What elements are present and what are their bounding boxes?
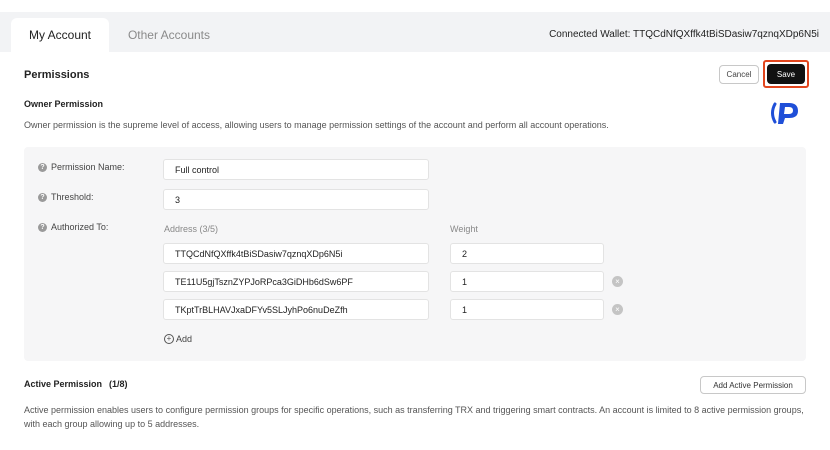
brand-logo-icon <box>771 102 798 124</box>
help-icon[interactable]: ? <box>38 193 47 202</box>
tab-other-accounts[interactable]: Other Accounts <box>118 18 220 52</box>
cancel-button[interactable]: Cancel <box>719 65 759 84</box>
active-permission-title: Active Permission (1/8) <box>24 379 128 389</box>
remove-address-icon[interactable]: × <box>612 276 623 287</box>
weight-input[interactable]: 1 <box>450 299 604 320</box>
add-address-button[interactable]: + Add <box>164 334 192 344</box>
add-address-label: Add <box>176 334 193 344</box>
authorized-to-label: Authorized To: <box>51 222 109 232</box>
address-input[interactable]: TE11U5gjTsznZYPJoRPca3GiDHb6dSw6PF <box>163 271 429 292</box>
permission-name-label: Permission Name: <box>51 162 125 172</box>
address-input[interactable]: TKptTrBLHAVJxaDFYv5SLJyhPo6nuDeZfh <box>163 299 429 320</box>
active-permission-count: (1/8) <box>109 379 128 389</box>
active-permission-label: Active Permission <box>24 379 103 389</box>
address-input[interactable]: TTQCdNfQXffk4tBiSDasiw7qznqXDp6N5i <box>163 243 429 264</box>
connected-wallet-label: Connected Wallet: TTQCdNfQXffk4tBiSDasiw… <box>549 29 819 40</box>
threshold-label: Threshold: <box>51 192 94 202</box>
active-permission-description: Active permission enables users to confi… <box>24 405 804 429</box>
permission-name-input[interactable]: Full control <box>163 159 429 180</box>
owner-permission-title: Owner Permission <box>24 99 104 109</box>
owner-permission-description: Owner permission is the supreme level of… <box>24 120 609 130</box>
remove-address-icon[interactable]: × <box>612 304 623 315</box>
help-icon[interactable]: ? <box>38 223 47 232</box>
page-title: Permissions <box>24 69 90 81</box>
add-active-permission-button[interactable]: Add Active Permission <box>700 376 806 394</box>
help-icon[interactable]: ? <box>38 163 47 172</box>
tab-my-account[interactable]: My Account <box>11 18 109 52</box>
threshold-input[interactable]: 3 <box>163 189 429 210</box>
weight-column-header: Weight <box>450 224 478 234</box>
weight-input[interactable]: 1 <box>450 271 604 292</box>
plus-circle-icon: + <box>164 334 174 344</box>
address-column-header: Address (3/5) <box>164 224 219 234</box>
save-button[interactable]: Save <box>767 64 805 84</box>
weight-input[interactable]: 2 <box>450 243 604 264</box>
